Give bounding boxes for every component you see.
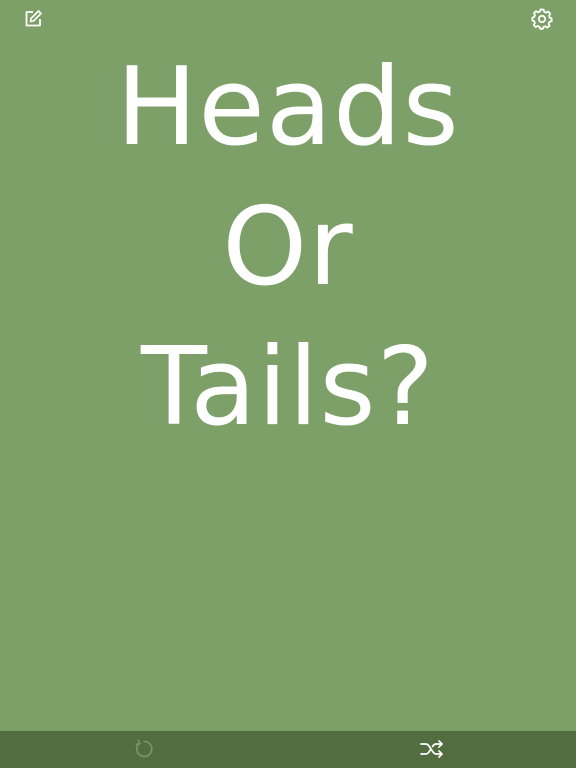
app-screen: Heads Or Tails?: [0, 0, 576, 768]
edit-icon: [25, 10, 42, 27]
prompt-line-heads: Heads: [116, 45, 460, 170]
shuffle-button[interactable]: [418, 735, 446, 763]
prompt-line-or: Or: [222, 185, 354, 310]
bottom-toolbar: [0, 731, 576, 768]
prompt-line-tails: Tails?: [141, 325, 435, 450]
reset-icon: [135, 739, 153, 758]
gear-icon: [531, 8, 553, 30]
coin-flip-prompt[interactable]: Heads Or Tails?: [0, 38, 576, 458]
top-bar: [0, 0, 576, 40]
shuffle-icon: [420, 740, 443, 758]
settings-button[interactable]: [528, 5, 556, 33]
reset-button[interactable]: [130, 735, 158, 763]
edit-button[interactable]: [19, 5, 47, 33]
